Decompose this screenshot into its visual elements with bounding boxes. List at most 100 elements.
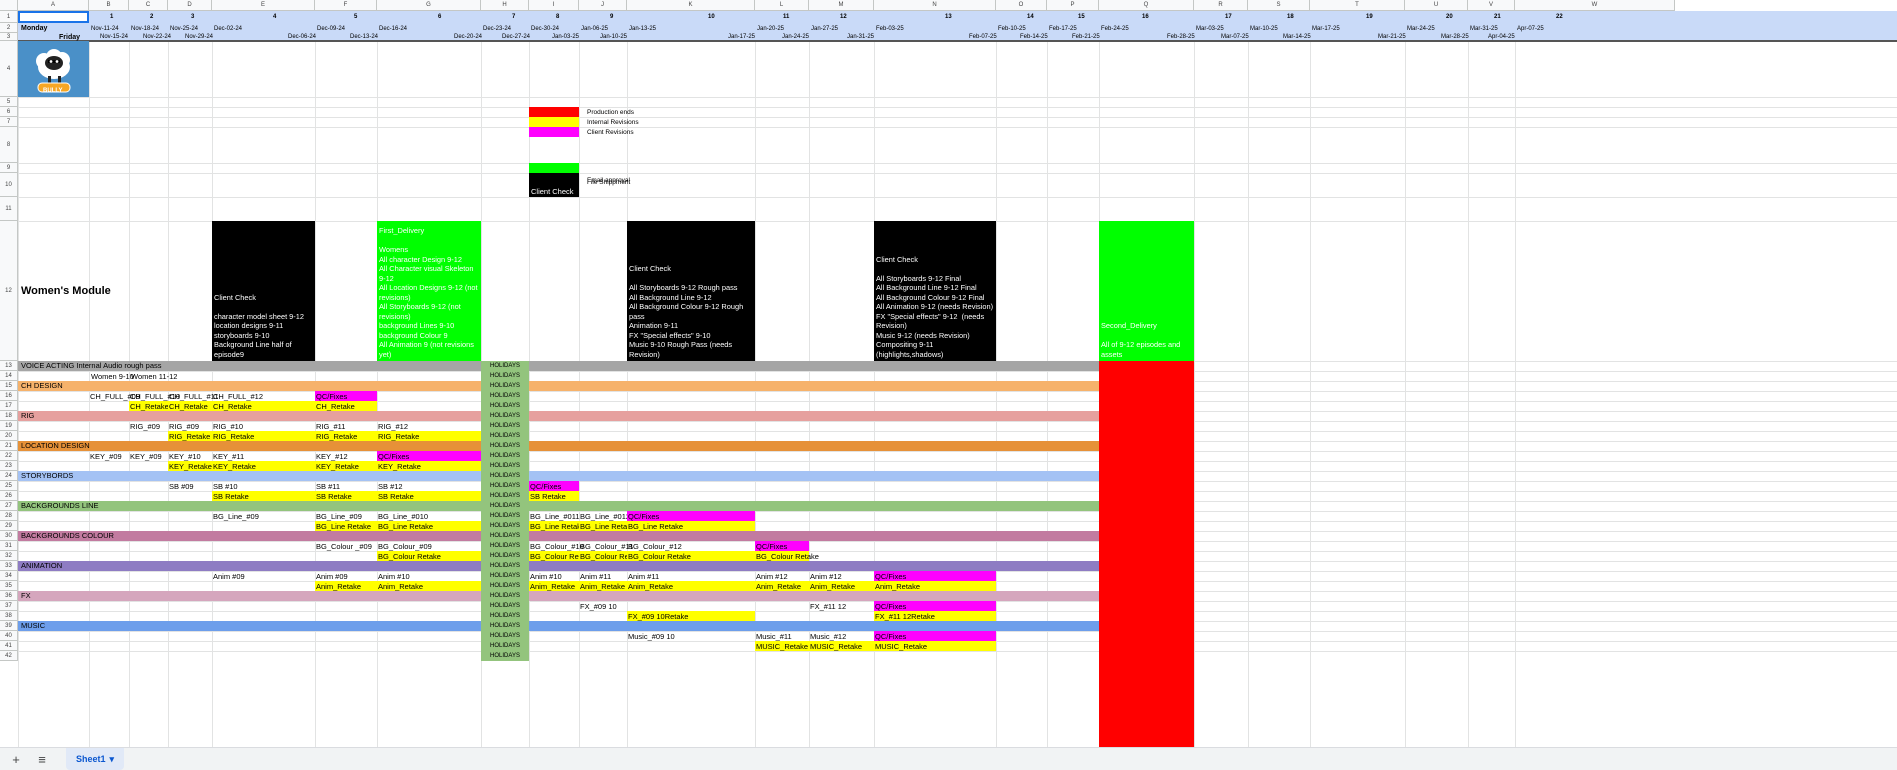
task-cell[interactable]: BG_Colour_#09	[377, 541, 481, 551]
row-header-33[interactable]: 33	[0, 561, 18, 571]
task-cell[interactable]: FX_#09 10Retake	[627, 611, 755, 621]
row-header-22[interactable]: 22	[0, 451, 18, 461]
column-header-g[interactable]: G	[377, 0, 481, 11]
task-cell[interactable]: BG_Line_#09	[315, 511, 377, 521]
task-cell[interactable]: SB #11	[315, 481, 377, 491]
row-header-2[interactable]: 2	[0, 23, 18, 33]
task-cell[interactable]: RIG_Retake	[212, 431, 315, 441]
column-header-k[interactable]: K	[627, 0, 755, 11]
task-cell[interactable]: QC/Fixes	[377, 451, 481, 461]
task-cell[interactable]: QC/Fixes	[874, 631, 996, 641]
column-header-m[interactable]: M	[809, 0, 874, 11]
row-header-26[interactable]: 26	[0, 491, 18, 501]
spreadsheet-grid[interactable]: A B C D E F G H I J K L M N O P Q R S T U V W 1 2 3 4 5 6 7 8 9 10 11 12 13…	[0, 0, 1897, 747]
column-header-a[interactable]: A	[18, 0, 89, 11]
task-cell[interactable]: MUSIC_Retake	[874, 641, 996, 651]
task-cell[interactable]: BG_Colour Retake	[377, 551, 481, 561]
task-cell[interactable]: CH_FULL_#09	[89, 391, 140, 401]
row-header-15[interactable]: 15	[0, 381, 18, 391]
task-cell[interactable]: Anim #10	[529, 571, 579, 581]
all-sheets-button[interactable]: ≡	[32, 749, 52, 769]
task-cell[interactable]: RIG_Retake	[377, 431, 481, 441]
row-header-38[interactable]: 38	[0, 611, 18, 621]
row-header-1[interactable]: 1	[0, 11, 18, 23]
task-cell[interactable]: Anim #09	[212, 571, 315, 581]
task-cell[interactable]: BG_Colour Retake	[529, 551, 593, 561]
task-cell[interactable]: Anim #12	[755, 571, 809, 581]
row-header-24[interactable]: 24	[0, 471, 18, 481]
task-cell[interactable]: Anim #11	[627, 571, 755, 581]
row-header-21[interactable]: 21	[0, 441, 18, 451]
row-header-8[interactable]: 8	[0, 127, 18, 163]
task-cell[interactable]: Anim_Retake	[315, 581, 377, 591]
row-header-18[interactable]: 18	[0, 411, 18, 421]
task-cell[interactable]: BG_Line_#010	[377, 511, 481, 521]
task-cell[interactable]: CH_FULL_#12	[212, 391, 315, 401]
task-cell[interactable]: RIG_#11	[315, 421, 377, 431]
row-header-16[interactable]: 16	[0, 391, 18, 401]
row-header-13[interactable]: 13	[0, 361, 18, 371]
task-cell[interactable]: FX_#11 12	[809, 601, 874, 611]
task-cell[interactable]: BG_Line Retake	[529, 521, 585, 531]
task-cell[interactable]: CH_FULL_#11	[168, 391, 218, 401]
task-cell[interactable]: KEY_#10	[168, 451, 212, 461]
row-header-31[interactable]: 31	[0, 541, 18, 551]
task-cell[interactable]: KEY_Retake	[212, 461, 315, 471]
row-header-32[interactable]: 32	[0, 551, 18, 561]
task-cell[interactable]: QC/Fixes	[874, 601, 996, 611]
task-cell[interactable]: BG_Colour_#11	[579, 541, 633, 551]
column-header-t[interactable]: T	[1310, 0, 1405, 11]
row-header-29[interactable]: 29	[0, 521, 18, 531]
column-header-d[interactable]: D	[168, 0, 212, 11]
task-cell[interactable]: RIG_#09	[129, 421, 168, 431]
task-cell[interactable]: CH_Retake	[129, 401, 169, 411]
task-cell[interactable]: Anim_Retake	[579, 581, 627, 591]
task-cell[interactable]: Anim #09	[315, 571, 377, 581]
task-cell[interactable]: BG_Line Retake	[377, 521, 481, 531]
task-cell[interactable]: Anim_Retake	[809, 581, 874, 591]
task-cell[interactable]: SB #12	[377, 481, 481, 491]
row-header-42[interactable]: 42	[0, 651, 18, 661]
column-header-l[interactable]: L	[755, 0, 809, 11]
row-header-37[interactable]: 37	[0, 601, 18, 611]
task-cell[interactable]: SB Retake	[212, 491, 315, 501]
task-cell[interactable]: Anim_Retake	[529, 581, 579, 591]
row-header-23[interactable]: 23	[0, 461, 18, 471]
task-cell[interactable]: Anim_Retake	[755, 581, 809, 591]
row-header-40[interactable]: 40	[0, 631, 18, 641]
task-cell[interactable]: KEY_#12	[315, 451, 377, 461]
task-cell[interactable]: RIG_Retake	[315, 431, 377, 441]
task-cell[interactable]: CH_Retake	[315, 401, 377, 411]
task-cell[interactable]: CH_Retake	[168, 401, 212, 411]
row-header-6[interactable]: 6	[0, 107, 18, 117]
task-cell[interactable]: MUSIC_Retake	[755, 641, 809, 651]
task-cell[interactable]: Anim #10	[377, 571, 481, 581]
task-cell[interactable]: MUSIC_Retake	[809, 641, 874, 651]
selected-cell-a1[interactable]	[18, 11, 89, 23]
column-header-u[interactable]: U	[1405, 0, 1468, 11]
task-cell[interactable]: Music_#11	[755, 631, 809, 641]
task-cell[interactable]: CH_Retake	[212, 401, 315, 411]
task-cell[interactable]: KEY_#11	[212, 451, 315, 461]
task-cell[interactable]: RIG_Retake	[168, 431, 212, 441]
sheet-tab-sheet1[interactable]: Sheet1 ▾	[66, 748, 125, 770]
task-cell[interactable]: SB #09	[168, 481, 212, 491]
task-cell[interactable]: KEY_#09	[129, 451, 168, 461]
column-header-w[interactable]: W	[1515, 0, 1675, 11]
add-sheet-button[interactable]: +	[6, 749, 26, 769]
task-cell[interactable]: QC/Fixes	[874, 571, 996, 581]
task-cell[interactable]: RIG_#10	[212, 421, 315, 431]
task-cell[interactable]: BG_Colour Retake	[755, 551, 819, 561]
row-header-19[interactable]: 19	[0, 421, 18, 431]
task-cell[interactable]: SB Retake	[377, 491, 481, 501]
row-header-25[interactable]: 25	[0, 481, 18, 491]
row-header-5[interactable]: 5	[0, 97, 18, 107]
task-cell[interactable]: QC/Fixes	[627, 511, 755, 521]
row-header-30[interactable]: 30	[0, 531, 18, 541]
task-cell[interactable]: SB #10	[212, 481, 315, 491]
select-all-corner[interactable]	[0, 0, 18, 11]
column-header-e[interactable]: E	[212, 0, 315, 11]
task-cell[interactable]: BG_Line Retake	[579, 521, 635, 531]
task-cell[interactable]: BG_Line_#09	[212, 511, 315, 521]
task-cell[interactable]: QC/Fixes	[529, 481, 579, 491]
